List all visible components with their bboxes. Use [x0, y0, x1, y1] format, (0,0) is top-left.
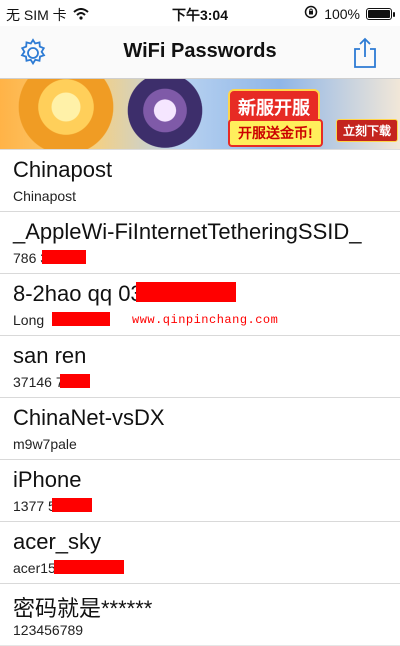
redaction-mark	[136, 282, 236, 302]
list-item[interactable]: acer_sky acer15 2252s..	[0, 522, 400, 584]
status-bar: 无 SIM 卡 下午3:04 100%	[0, 0, 400, 26]
network-ssid: 8-2hao qq 03	[13, 281, 143, 306]
list-item[interactable]: iPhone 1377 579	[0, 460, 400, 522]
network-password: 37146 7	[13, 374, 64, 390]
redaction-mark	[60, 374, 90, 388]
network-ssid: ChinaNet-vsDX	[13, 405, 165, 430]
battery-level	[368, 9, 390, 18]
battery-icon	[366, 7, 395, 20]
network-password: Long	[13, 312, 45, 328]
redaction-mark	[52, 312, 110, 326]
ad-banner[interactable]: 新服开服 开服送金币! 立刻下载	[0, 79, 400, 150]
redaction-mark	[42, 250, 86, 264]
network-ssid: Chinapost	[13, 157, 113, 182]
list-item[interactable]: _AppleWi-FiInternetTetheringSSID_ 786 3	[0, 212, 400, 274]
list-item[interactable]: ChinaNet-vsDX m9w7pale	[0, 398, 400, 460]
rotation-lock-icon	[304, 5, 318, 22]
list-item[interactable]: 密码就是****** 123456789	[0, 584, 400, 646]
site-watermark: www.qinpinchang.com	[132, 313, 279, 327]
list-item[interactable]: Chinapost Chinapost	[0, 150, 400, 212]
banner-subtitle: 开服送金币!	[228, 119, 323, 147]
network-ssid: iPhone	[13, 467, 82, 492]
battery-percent: 100%	[324, 5, 360, 22]
share-icon	[354, 37, 376, 68]
redaction-mark	[54, 560, 124, 574]
wifi-list: Chinapost Chinapost _AppleWi-FiInternetT…	[0, 150, 400, 646]
network-password: m9w7pale	[13, 436, 77, 452]
banner-download-button[interactable]: 立刻下载	[335, 119, 398, 142]
share-button[interactable]	[348, 36, 382, 70]
banner-character-left	[0, 79, 120, 149]
network-ssid: _AppleWi-FiInternetTetheringSSID_	[13, 219, 362, 244]
network-ssid: acer_sky	[13, 529, 102, 554]
redaction-mark	[52, 498, 92, 512]
network-ssid: 密码就是******	[13, 596, 153, 621]
banner-character-right	[110, 79, 220, 149]
page-title: WiFi Passwords	[123, 40, 277, 62]
nav-bar: WiFi Passwords	[0, 26, 400, 79]
network-password: 123456789	[13, 622, 84, 638]
network-ssid: san ren	[13, 343, 87, 368]
status-right: 100%	[304, 5, 395, 22]
list-item[interactable]: san ren 37146 7	[0, 336, 400, 398]
network-password: Chinapost	[13, 188, 77, 204]
